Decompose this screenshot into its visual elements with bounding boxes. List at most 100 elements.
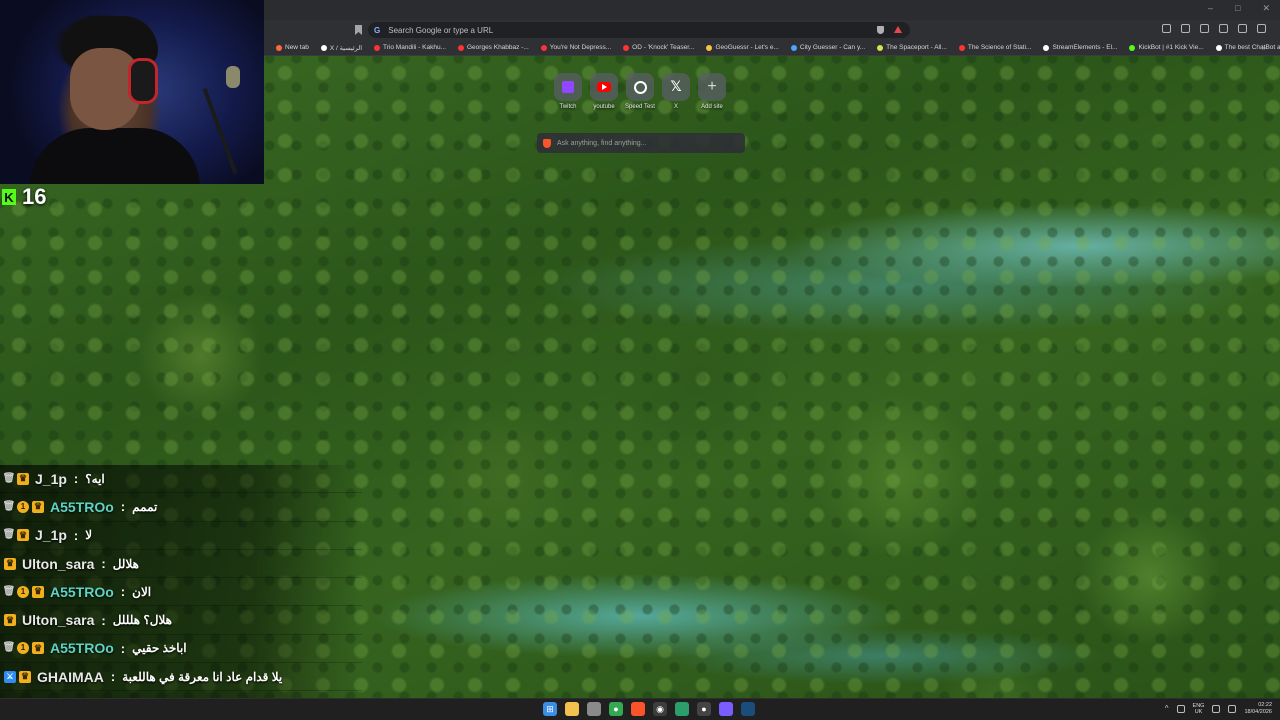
obs-icon[interactable]: ◉ [653, 702, 667, 716]
discord-icon[interactable] [719, 702, 733, 716]
wallet-icon[interactable] [1219, 24, 1228, 33]
chat-message: ⚔ ♛ GHAIMAA: يلا قدام عاد انا معرقة في هالل… [0, 663, 362, 692]
bookmark-label: GeoGuessr - Let's e... [715, 44, 779, 51]
moderator-badge-icon: ⚔ [4, 670, 16, 683]
chat-overlay: 🗑 ♛ J_1p: ايه؟ 🗑 1 ♛ A55TROo: تممم 🗑 ♛ J_1p: لا ♛ Ulto… [0, 465, 362, 720]
bookmark-label: You're Not Depress... [549, 44, 612, 51]
steam-icon[interactable] [741, 702, 755, 716]
chat-username[interactable]: J_1p [35, 527, 67, 543]
windows-taskbar: ⊞ ● ◉ ● ^ ENG UK 02:22 18/04/2026 [0, 698, 1280, 720]
kick-icon: K [2, 189, 16, 205]
more-bookmarks-button[interactable]: » [1262, 43, 1266, 52]
media-icon[interactable] [1181, 24, 1190, 33]
bookmark-item[interactable]: Trio Mandili - Kakhu... [374, 44, 446, 51]
bookmark-item[interactable]: New tab [276, 44, 309, 51]
chat-username[interactable]: A55TROo [50, 584, 114, 600]
bookmark-item[interactable]: The best ChatBot an... [1215, 44, 1280, 51]
bookmark-favicon-icon [540, 44, 547, 51]
delete-icon[interactable]: 🗑 [3, 586, 16, 598]
chat-username[interactable]: GHAIMAA [37, 669, 104, 685]
bookmark-item[interactable]: GeoGuessr - Let's e... [706, 44, 779, 51]
crown-badge-icon: ♛ [17, 472, 29, 485]
chat-text: هلال؟ هلللل [112, 613, 172, 628]
vpn-icon[interactable] [1238, 24, 1247, 33]
tray-expand-icon[interactable]: ^ [1165, 704, 1169, 713]
chat-text: الان [132, 584, 152, 599]
speed-dial-x[interactable]: 𝕏 X [662, 73, 690, 110]
speed-dial-add-site[interactable]: + Add site [698, 73, 726, 110]
bookmark-favicon-icon [877, 44, 884, 51]
bookmark-favicon-icon [320, 44, 327, 51]
bookmark-favicon-icon [623, 44, 630, 51]
clock[interactable]: 02:22 18/04/2026 [1244, 702, 1272, 715]
system-tray: ^ ENG UK 02:22 18/04/2026 [1165, 702, 1272, 715]
menu-icon[interactable] [1257, 24, 1266, 33]
x-icon: 𝕏 [670, 79, 682, 95]
speedtest-icon [633, 80, 647, 94]
speed-dial-speed-test[interactable]: Speed Test [625, 73, 655, 110]
speed-dial-youtube[interactable]: youtube [590, 73, 618, 110]
delete-icon[interactable]: 🗑 [3, 473, 16, 485]
delete-icon[interactable]: 🗑 [3, 529, 16, 541]
speed-dial-label: Add site [701, 104, 723, 110]
viewer-count: K 16 [2, 184, 46, 210]
bookmark-item[interactable]: City Guesser - Can y... [790, 44, 865, 51]
bookmark-label: X / الرئيسية [329, 44, 363, 52]
bookmark-favicon-icon [1043, 44, 1050, 51]
chat-text: ايه؟ [85, 471, 105, 486]
ask-search-placeholder: Ask anything, find anything... [557, 139, 647, 147]
network-icon[interactable] [1212, 704, 1221, 713]
delete-icon[interactable]: 🗑 [3, 642, 16, 654]
sidebar-icon[interactable] [1162, 24, 1171, 33]
chat-separator: : [101, 612, 106, 628]
chat-message: ♛ Ulton_sara: هلال؟ هلللل [0, 606, 362, 635]
chat-username[interactable]: A55TROo [50, 640, 114, 656]
microphone [226, 66, 240, 88]
bookmark-item[interactable]: StreamElements - El... [1043, 44, 1117, 51]
ask-search-input[interactable]: Ask anything, find anything... [537, 133, 745, 153]
bookmark-label: The Spaceport - All... [886, 44, 947, 51]
chat-message: 🗑 1 ♛ A55TROo: الان [0, 578, 362, 607]
bookmark-item[interactable]: The Science of Stati... [958, 44, 1031, 51]
start-icon[interactable]: ⊞ [543, 702, 557, 716]
crown-badge-icon: ♛ [17, 529, 29, 542]
chat-message: 🗑 1 ♛ A55TROo: تممم [0, 493, 362, 522]
bookmark-item[interactable]: Georges Khabbaz -... [458, 44, 529, 51]
crown-badge-icon: ♛ [32, 642, 44, 655]
bookmark-item[interactable]: X / الرئيسية [320, 44, 363, 52]
maximize-button[interactable]: □ [1235, 3, 1240, 14]
chat-username[interactable]: Ulton_sara [22, 612, 94, 628]
volume-icon[interactable] [1228, 704, 1237, 713]
crown-badge-icon: ♛ [4, 557, 16, 570]
speed-dial-twitch[interactable]: Twitch [554, 73, 582, 110]
app-icon[interactable] [675, 702, 689, 716]
chat-username[interactable]: A55TROo [50, 499, 114, 515]
minimize-button[interactable]: – [1208, 3, 1213, 14]
brave-shields-icon[interactable] [877, 26, 884, 34]
chrome-icon[interactable]: ● [609, 702, 623, 716]
address-bar[interactable]: G Search Google or type a URL [368, 22, 910, 38]
store-icon[interactable] [587, 702, 601, 716]
file-explorer-icon[interactable] [565, 702, 579, 716]
chat-separator: : [120, 584, 126, 600]
close-button[interactable]: ✕ [1262, 3, 1270, 14]
reading-list-icon[interactable] [1200, 24, 1209, 33]
github-icon[interactable]: ● [697, 702, 711, 716]
notification-icon[interactable] [1176, 704, 1185, 713]
bookmark-item[interactable]: KickBot | #1 Kick Vie... [1129, 44, 1204, 51]
delete-icon[interactable]: 🗑 [3, 501, 16, 513]
bookmark-icon[interactable] [355, 25, 362, 35]
crown-badge-icon: ♛ [4, 614, 16, 627]
taskbar-apps: ⊞ ● ◉ ● [543, 702, 755, 716]
bookmark-item[interactable]: OD - 'Knock' Teaser... [623, 44, 694, 51]
crown-badge-icon: ♛ [32, 500, 44, 513]
chat-username[interactable]: Ulton_sara [22, 556, 94, 572]
chat-username[interactable]: J_1p [35, 471, 67, 487]
language-indicator[interactable]: ENG UK [1193, 703, 1205, 715]
toolbar-actions [1162, 24, 1266, 33]
bookmark-item[interactable]: You're Not Depress... [540, 44, 612, 51]
rewards-icon[interactable] [894, 26, 902, 33]
brave-icon[interactable] [631, 702, 645, 716]
bookmark-favicon-icon [374, 44, 381, 51]
bookmark-item[interactable]: The Spaceport - All... [877, 44, 947, 51]
